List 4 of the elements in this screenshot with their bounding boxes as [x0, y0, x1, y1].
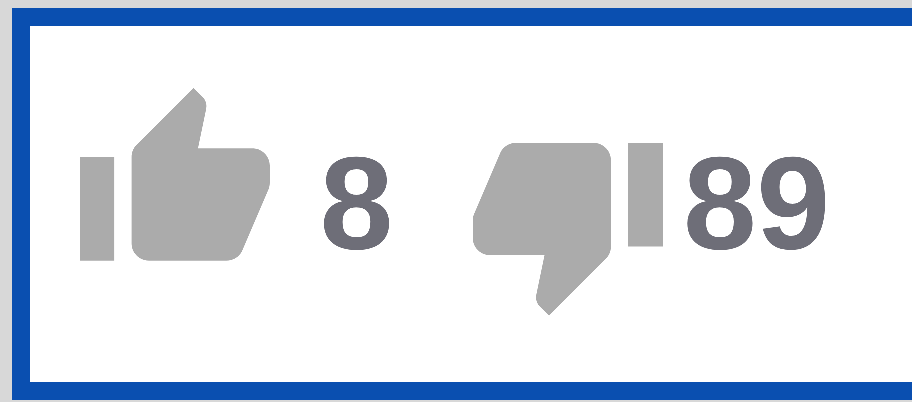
vote-count: 89 — [683, 138, 830, 270]
vote-count: 8 — [320, 138, 394, 270]
thumbs-up-icon[interactable] — [80, 88, 270, 260]
thumbs-down-icon[interactable] — [473, 142, 664, 316]
